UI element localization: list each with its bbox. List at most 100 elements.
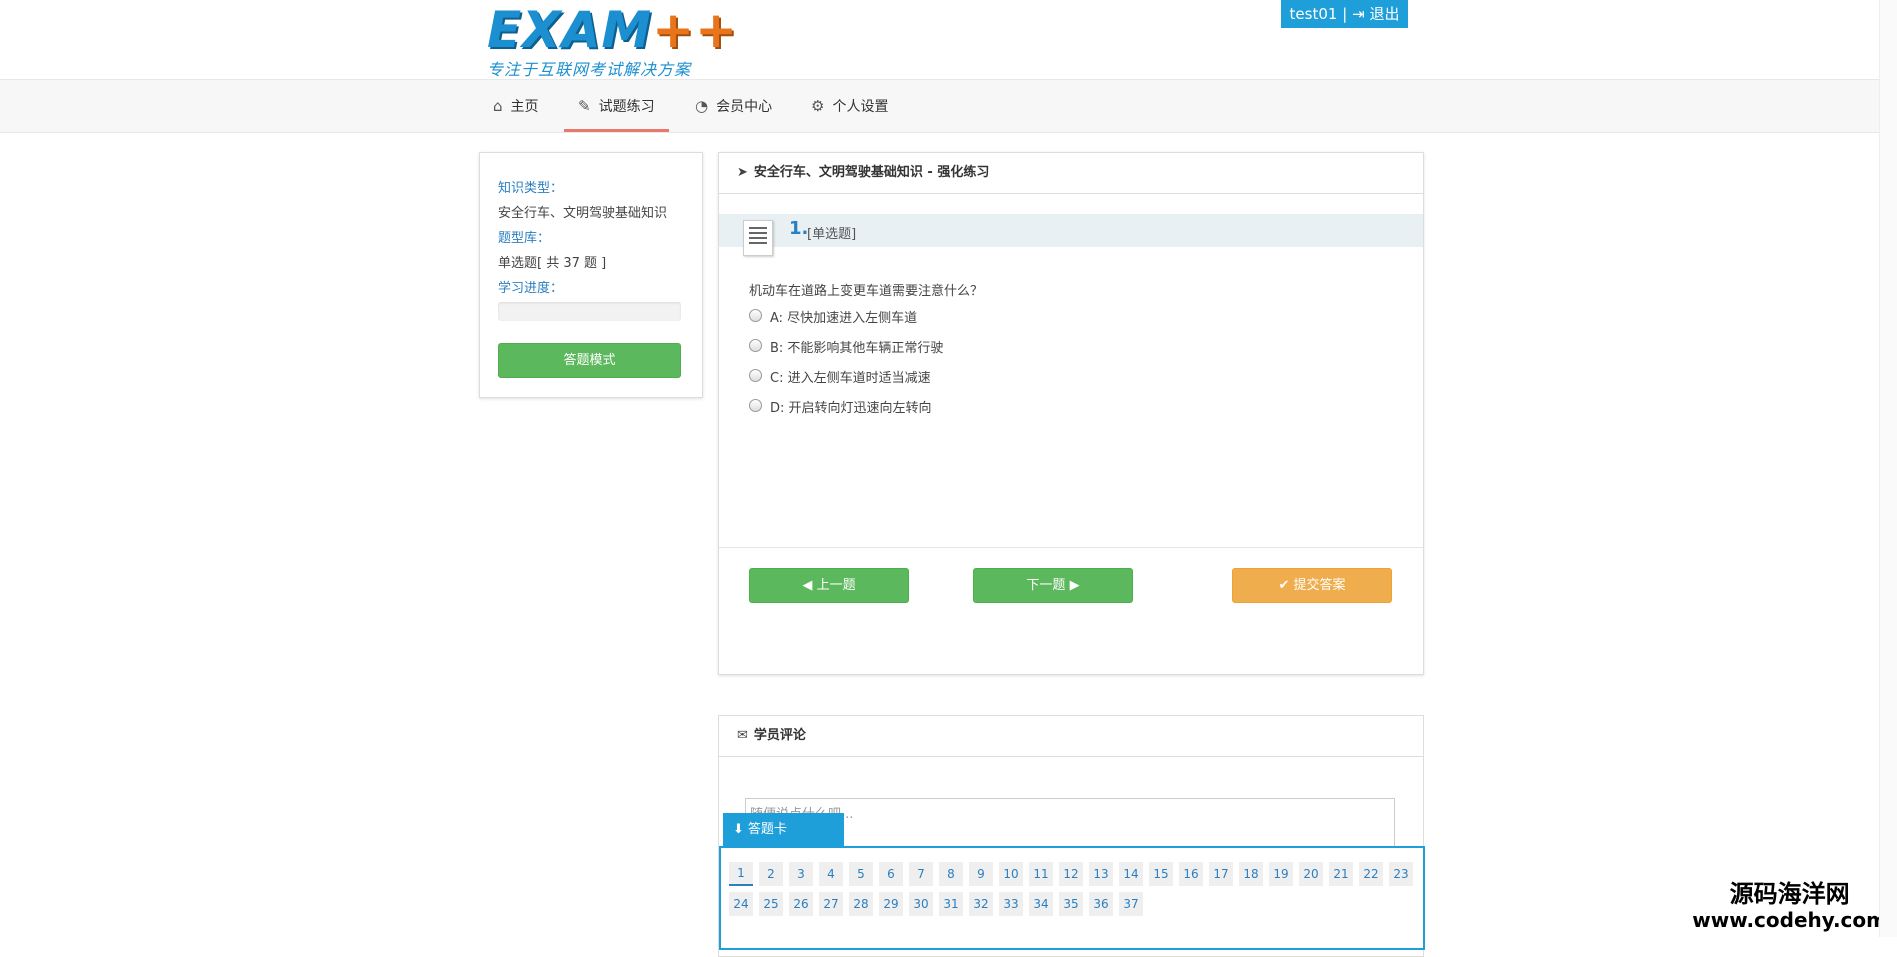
nav-label: 主页	[510, 99, 539, 115]
answer-card: 1 2 3 4 5 6 7 8 9 10 11 12 13 14 15 16 17 18 19 20 21 22 23 24 2…	[719, 846, 1425, 950]
answer-card-item-37[interactable]: 37	[1119, 892, 1143, 916]
answer-card-title: 答题卡	[747, 822, 787, 837]
answer-card-item-24[interactable]: 24	[729, 892, 753, 916]
answer-card-item-11[interactable]: 11	[1029, 862, 1053, 886]
edit-icon: ✎	[578, 97, 591, 115]
logout-icon: ⇥	[1352, 5, 1365, 23]
logo-subtitle: 专注于互联网考试解决方案	[487, 60, 692, 79]
option-d[interactable]: D: 开启转向灯迅速向左转向	[749, 399, 932, 418]
answer-card-item-5[interactable]: 5	[849, 862, 873, 886]
chevron-left-circle-icon: ◀	[802, 578, 813, 593]
answer-card-item-22[interactable]: 22	[1359, 862, 1383, 886]
answer-card-item-20[interactable]: 20	[1299, 862, 1323, 886]
comments-heading: ✉ 学员评论	[719, 716, 1423, 757]
nav-label: 会员中心	[716, 99, 773, 115]
question-number: 1.	[789, 218, 809, 239]
answer-card-item-1[interactable]: 1	[729, 862, 753, 886]
answer-card-item-30[interactable]: 30	[909, 892, 933, 916]
answer-card-item-27[interactable]: 27	[819, 892, 843, 916]
nav-item-practice[interactable]: ✎ 试题练习	[564, 80, 669, 132]
progress-label: 学习进度：	[498, 281, 564, 296]
answer-card-item-25[interactable]: 25	[759, 892, 783, 916]
option-c[interactable]: C: 进入左侧车道时适当减速	[749, 369, 931, 388]
submit-answer-button[interactable]: ✔ 提交答案	[1232, 568, 1392, 603]
question-bank-label: 题型库：	[498, 231, 551, 246]
question-panel: ➤ 安全行车、文明驾驶基础知识 - 强化练习 1. [单选题] 机动车在道路上变更…	[718, 152, 1424, 675]
answer-card-item-10[interactable]: 10	[999, 862, 1023, 886]
answer-card-item-13[interactable]: 13	[1089, 862, 1113, 886]
nav-label: 试题练习	[598, 99, 655, 115]
answer-card-item-8[interactable]: 8	[939, 862, 963, 886]
option-b[interactable]: B: 不能影响其他车辆正常行驶	[749, 339, 944, 358]
dashboard-icon: ◔	[695, 97, 709, 115]
answer-card-item-28[interactable]: 28	[849, 892, 873, 916]
user-menu[interactable]: test01 | ⇥ 退出	[1281, 0, 1408, 28]
answer-card-item-35[interactable]: 35	[1059, 892, 1083, 916]
home-icon: ⌂	[493, 97, 503, 115]
nav-label: 个人设置	[832, 99, 889, 115]
answer-card-item-19[interactable]: 19	[1269, 862, 1293, 886]
question-panel-title: 安全行车、文明驾驶基础知识 - 强化练习	[753, 165, 990, 180]
option-a[interactable]: A: 尽快加速进入左侧车道	[749, 309, 918, 328]
divider	[719, 547, 1423, 548]
answer-card-item-18[interactable]: 18	[1239, 862, 1263, 886]
answer-mode-button[interactable]: 答题模式	[498, 343, 681, 378]
answer-card-item-34[interactable]: 34	[1029, 892, 1053, 916]
knowledge-type-label: 知识类型：	[498, 181, 564, 196]
answer-card-item-23[interactable]: 23	[1389, 862, 1413, 886]
option-label: A: 尽快加速进入左侧车道	[770, 311, 918, 326]
option-label: B: 不能影响其他车辆正常行驶	[770, 341, 944, 356]
watermark: 源码海洋网 www.codehy.com	[1692, 880, 1887, 932]
question-bank-value: 单选题[ 共 37 题 ]	[498, 256, 607, 271]
answer-card-item-2[interactable]: 2	[759, 862, 783, 886]
progress-bar	[498, 302, 681, 321]
answer-card-item-26[interactable]: 26	[789, 892, 813, 916]
answer-card-item-12[interactable]: 12	[1059, 862, 1083, 886]
answer-card-item-33[interactable]: 33	[999, 892, 1023, 916]
gears-icon: ⚙	[811, 97, 825, 115]
check-circle-icon: ✔	[1278, 578, 1290, 593]
option-label: D: 开启转向灯迅速向左转向	[770, 401, 932, 416]
answer-card-item-3[interactable]: 3	[789, 862, 813, 886]
username[interactable]: test01	[1290, 5, 1338, 23]
document-icon	[743, 220, 773, 256]
vertical-scrollbar[interactable]	[1879, 0, 1897, 937]
answer-card-toggle[interactable]: ⬇ 答题卡	[723, 813, 844, 846]
comments-title: 学员评论	[753, 728, 806, 743]
radio-option-c[interactable]	[749, 369, 762, 382]
answer-card-item-29[interactable]: 29	[879, 892, 903, 916]
nav-item-home[interactable]: ⌂ 主页	[479, 80, 553, 132]
answer-card-item-9[interactable]: 9	[969, 862, 993, 886]
logo[interactable]: EXAM++ 专注于互联网考试解决方案	[487, 1, 738, 79]
nav-item-member-center[interactable]: ◔ 会员中心	[681, 80, 786, 132]
user-separator: |	[1342, 5, 1348, 23]
arrow-circle-down-icon: ⬇	[733, 822, 744, 837]
answer-card-item-21[interactable]: 21	[1329, 862, 1353, 886]
answer-card-item-16[interactable]: 16	[1179, 862, 1203, 886]
answer-card-item-15[interactable]: 15	[1149, 862, 1173, 886]
logout-link[interactable]: 退出	[1369, 5, 1399, 23]
prev-question-button[interactable]: ◀ 上一题	[749, 568, 909, 603]
watermark-line1: 源码海洋网	[1729, 880, 1850, 908]
paper-plane-icon: ➤	[737, 165, 748, 180]
info-sidebar: 知识类型： 安全行车、文明驾驶基础知识 题型库： 单选题[ 共 37 题 ] 学…	[479, 152, 703, 398]
answer-card-item-32[interactable]: 32	[969, 892, 993, 916]
comments-icon: ✉	[737, 728, 748, 743]
nav-item-settings[interactable]: ⚙ 个人设置	[797, 80, 902, 132]
answer-card-item-36[interactable]: 36	[1089, 892, 1113, 916]
radio-option-b[interactable]	[749, 339, 762, 352]
header: EXAM++ 专注于互联网考试解决方案 test01 | ⇥ 退出	[0, 0, 1897, 79]
main-nav: ⌂ 主页 ✎ 试题练习 ◔ 会员中心 ⚙ 个人设置	[0, 79, 1897, 133]
next-question-button[interactable]: 下一题 ▶	[973, 568, 1133, 603]
answer-card-item-6[interactable]: 6	[879, 862, 903, 886]
answer-card-item-17[interactable]: 17	[1209, 862, 1233, 886]
answer-card-item-7[interactable]: 7	[909, 862, 933, 886]
answer-card-item-31[interactable]: 31	[939, 892, 963, 916]
knowledge-type-value: 安全行车、文明驾驶基础知识	[498, 206, 668, 221]
question-panel-heading: ➤ 安全行车、文明驾驶基础知识 - 强化练习	[719, 153, 1423, 194]
logo-title: EXAM++	[487, 1, 738, 59]
radio-option-a[interactable]	[749, 309, 762, 322]
answer-card-item-14[interactable]: 14	[1119, 862, 1143, 886]
answer-card-item-4[interactable]: 4	[819, 862, 843, 886]
radio-option-d[interactable]	[749, 399, 762, 412]
